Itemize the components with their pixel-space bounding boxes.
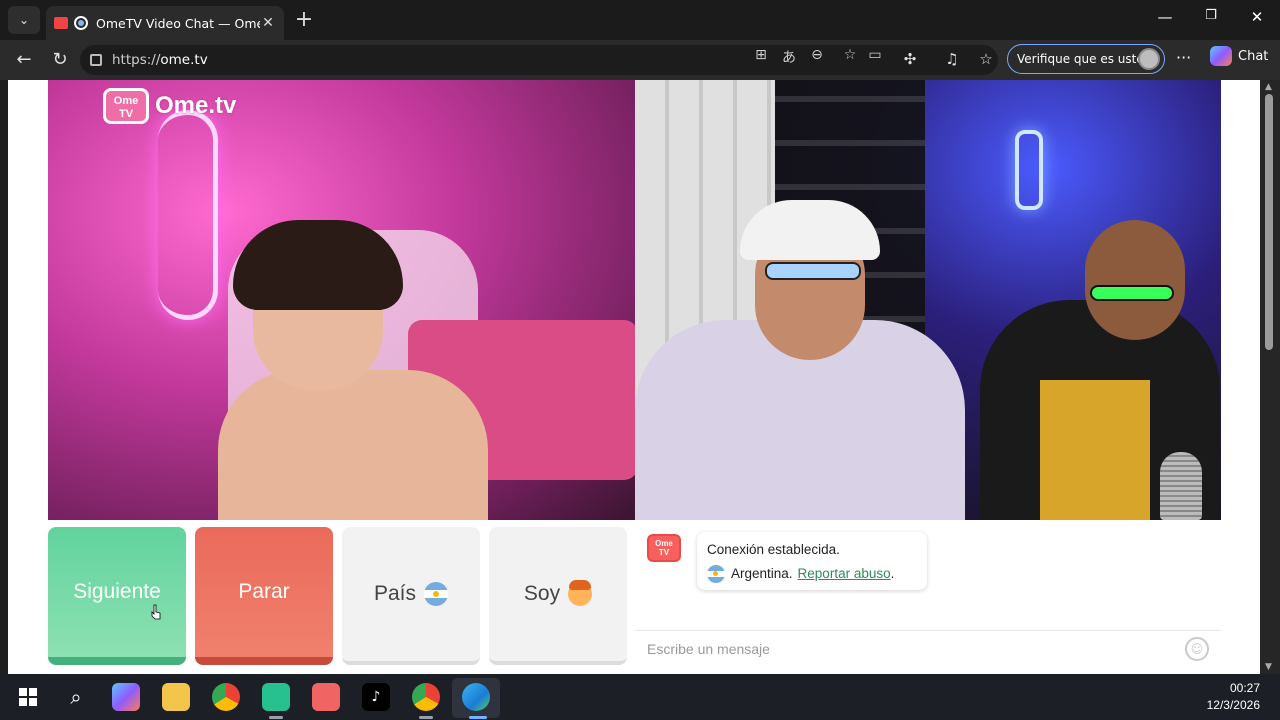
minimize-icon[interactable]: —	[1150, 8, 1180, 26]
smiley-icon[interactable]: ☺	[1185, 637, 1209, 661]
capcut-icon[interactable]	[262, 683, 290, 711]
remote-user-2-shirt	[1040, 380, 1150, 520]
reader-icon[interactable]: ⊖	[808, 47, 826, 63]
argentina-flag-icon	[424, 582, 449, 606]
close-window-icon[interactable]: ✕	[1242, 8, 1272, 26]
search-icon[interactable]: ⌕	[62, 683, 90, 711]
scroll-down-icon[interactable]: ▼	[1265, 662, 1272, 672]
tab-strip: ⌄ OmeTV Video Chat — Omegl ✕ + — ❐ ✕	[0, 0, 1280, 40]
favorites-icon[interactable]: ☆	[976, 50, 996, 68]
message-bar: ☺	[635, 630, 1221, 666]
country-label: País	[373, 582, 417, 605]
active-tab[interactable]: OmeTV Video Chat — Omegl ✕	[46, 6, 284, 40]
ometv-chat-logo: Ome TV	[647, 534, 681, 562]
url-text[interactable]: https://ome.tv	[112, 52, 208, 68]
copilot-button[interactable]: Chat	[1210, 46, 1268, 66]
app-running-indicator	[269, 716, 283, 719]
next-label: Siguiente	[73, 580, 161, 603]
tiktok-icon[interactable]: ♪	[362, 683, 390, 711]
system-clock[interactable]: 00:27 12/3/2026	[1207, 680, 1260, 714]
chrome-profile-icon[interactable]	[412, 683, 440, 711]
stop-button[interactable]: Parar	[195, 527, 333, 665]
ometv-logo-badge: Ome TV	[103, 88, 149, 124]
avatar	[1138, 48, 1160, 70]
copilot-taskbar-icon[interactable]	[112, 683, 140, 711]
app-active-indicator	[469, 716, 487, 719]
neon-sign	[158, 110, 218, 320]
copilot-icon	[1210, 46, 1232, 66]
app-running-indicator	[419, 716, 433, 719]
clock-date: 12/3/2026	[1206, 698, 1260, 712]
file-explorer-icon[interactable]	[162, 683, 190, 711]
back-icon[interactable]: ←	[12, 49, 36, 71]
tab-close-icon[interactable]: ✕	[260, 15, 276, 31]
scrollbar-thumb[interactable]	[1265, 94, 1273, 350]
argentina-flag-icon	[707, 565, 725, 583]
report-suffix: .	[890, 566, 895, 581]
address-bar[interactable]: https://ome.tv	[80, 45, 998, 75]
remote-video	[635, 80, 1221, 520]
chat-panel: Ome TV Conexión establecida. Argentina. …	[635, 520, 1221, 666]
windows-start-icon[interactable]	[14, 683, 42, 711]
local-user-body	[218, 370, 488, 520]
profile-label: Verifique que es usted	[1017, 52, 1152, 66]
ometv-favicon	[54, 17, 68, 29]
ometv-page: Ome TV Ome.tv Siguiente Parar País Soy O…	[8, 80, 1260, 674]
hand-cursor-icon	[151, 604, 161, 620]
system-message: Conexión establecida. Argentina. Reporta…	[697, 532, 927, 590]
navigation-bar: ← ↻ https://ome.tv ⊞ あ ⊖ ☆ ▭ ✣ ♫ ☆ Verif…	[0, 40, 1280, 80]
remote-user-2-glasses	[1090, 285, 1174, 301]
profile-button[interactable]: Verifique que es usted	[1007, 44, 1165, 74]
partner-country: Argentina.	[731, 566, 793, 581]
translate-icon[interactable]: あ	[780, 47, 798, 67]
gender-button[interactable]: Soy	[489, 527, 627, 665]
next-button[interactable]: Siguiente	[48, 527, 186, 665]
page-scrollbar[interactable]: ▲ ▼	[1260, 80, 1280, 674]
scroll-up-icon[interactable]: ▲	[1265, 82, 1272, 92]
microphone	[1160, 452, 1202, 520]
neon-figure	[1015, 130, 1043, 210]
ometv-logo-word: Ome.tv	[155, 92, 237, 119]
taskbar: ⌕ ♪ 00:27 12/3/2026	[0, 674, 1280, 720]
tab-menu-icon[interactable]: ⌄	[8, 6, 40, 34]
ometv-app-icon[interactable]	[312, 683, 340, 711]
country-button[interactable]: País	[342, 527, 480, 665]
remote-user-2-face	[1085, 220, 1185, 340]
restore-icon[interactable]: ❐	[1196, 8, 1226, 23]
lock-icon[interactable]	[90, 54, 102, 66]
local-video: Ome TV Ome.tv	[48, 80, 635, 520]
stop-label: Parar	[238, 580, 290, 603]
more-menu-icon[interactable]: ···	[1176, 48, 1191, 67]
favorite-icon[interactable]: ☆	[841, 47, 859, 63]
ometv-logo: Ome TV Ome.tv	[103, 88, 236, 124]
new-tab-button[interactable]: +	[292, 8, 316, 32]
chrome-icon[interactable]	[212, 683, 240, 711]
tab-title: OmeTV Video Chat — Omegl	[96, 15, 260, 31]
apps-icon[interactable]: ⊞	[752, 47, 770, 63]
connection-status: Conexión establecida.	[707, 542, 840, 557]
boy-icon	[568, 580, 593, 606]
message-input[interactable]	[647, 640, 1167, 657]
video-icon[interactable]: ▭	[866, 47, 884, 63]
edge-icon[interactable]	[462, 683, 490, 711]
extensions-icon[interactable]: ✣	[900, 50, 920, 68]
clock-time: 00:27	[1229, 681, 1260, 695]
remote-user-1-glasses	[765, 262, 861, 280]
recording-icon	[74, 16, 88, 30]
report-abuse-link[interactable]: Reportar abuso	[798, 562, 891, 586]
media-icon[interactable]: ♫	[942, 50, 962, 68]
local-user-hair	[233, 220, 403, 310]
gender-label: Soy	[523, 582, 561, 605]
copilot-label: Chat	[1238, 48, 1269, 64]
refresh-icon[interactable]: ↻	[48, 49, 72, 71]
remote-user-1-cap	[740, 200, 880, 260]
